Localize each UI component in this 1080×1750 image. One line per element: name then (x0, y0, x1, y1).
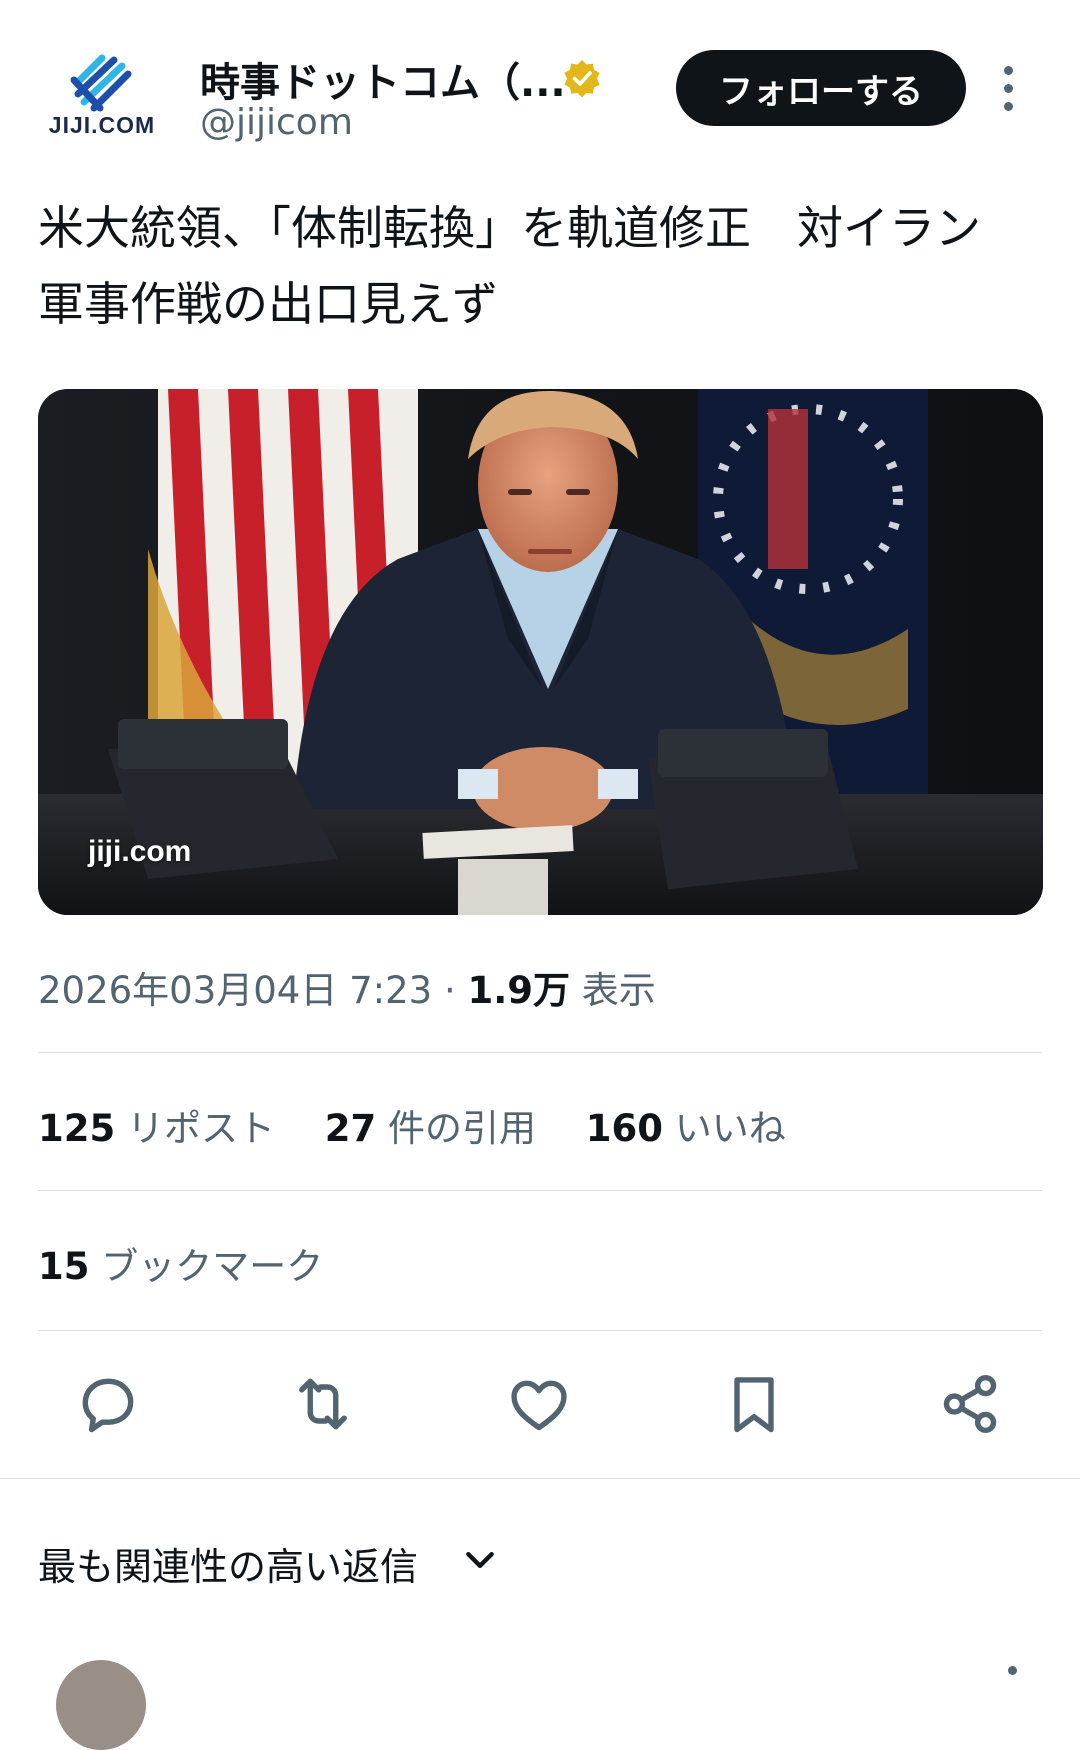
meta-separator: · (443, 969, 456, 1012)
tweet-text: 米大統領、「体制転換」を軌道修正 対イラン 軍事作戦の出口見えず (38, 190, 1048, 342)
avatar[interactable] (56, 1660, 146, 1750)
share-icon (943, 1374, 997, 1434)
tweet-timestamp[interactable]: 2026年03月04日 7:23 (38, 969, 432, 1012)
reply-icon (82, 1378, 134, 1433)
verified-badge-icon (564, 60, 600, 98)
section-divider (0, 1478, 1080, 1479)
like-button[interactable] (505, 1370, 573, 1438)
like-icon (511, 1380, 567, 1431)
replies-sort-label[interactable]: 最も関連性の高い返信 (38, 1536, 418, 1591)
repost-icon (299, 1378, 347, 1430)
follow-button[interactable]: フォローする (676, 50, 966, 126)
account-handle[interactable]: @jijicom (200, 102, 353, 143)
divider (38, 1190, 1042, 1191)
more-vertical-icon[interactable] (1000, 66, 1016, 112)
quotes-stat[interactable]: 27 件の引用 (325, 1107, 536, 1150)
views-count: 1.9万 (467, 969, 571, 1012)
reposts-count: 125 (38, 1107, 116, 1150)
share-button[interactable] (936, 1370, 1004, 1438)
reposts-stat[interactable]: 125 リポスト (38, 1107, 275, 1150)
bookmarks-stat[interactable]: 15 ブックマーク (38, 1236, 323, 1290)
chevron-down-icon[interactable] (460, 1540, 500, 1580)
image-watermark: jiji.com (88, 835, 192, 868)
more-vertical-icon[interactable] (1008, 1666, 1017, 1675)
engagement-stats: 125 リポスト 27 件の引用 160 いいね (38, 1098, 824, 1152)
reposts-label: リポスト (127, 1107, 275, 1150)
reply-button[interactable] (74, 1370, 142, 1438)
quotes-label: 件の引用 (388, 1107, 537, 1150)
tweet-text-line-1: 米大統領、「体制転換」を軌道修正 対イラン (38, 201, 981, 255)
tweet-meta: 2026年03月04日 7:23 · 1.9万 表示 (38, 960, 656, 1014)
logo-text: JIJI.COM (48, 112, 156, 138)
divider (38, 1330, 1042, 1331)
quotes-count: 27 (324, 1107, 377, 1150)
bookmark-button[interactable] (720, 1370, 788, 1438)
likes-label: いいね (674, 1107, 786, 1150)
likes-stat[interactable]: 160 いいね (586, 1107, 786, 1150)
display-name[interactable]: 時事ドットコム（... (200, 50, 566, 108)
likes-count: 160 (585, 1107, 664, 1150)
bookmark-icon (734, 1377, 774, 1433)
tweet-text-line-2: 軍事作戦の出口見えず (38, 277, 498, 331)
repost-button[interactable] (289, 1370, 357, 1438)
divider (38, 1052, 1042, 1053)
bookmarks-count: 15 (38, 1245, 90, 1288)
views-label: 表示 (581, 969, 656, 1012)
bookmarks-label: ブックマーク (101, 1245, 324, 1288)
